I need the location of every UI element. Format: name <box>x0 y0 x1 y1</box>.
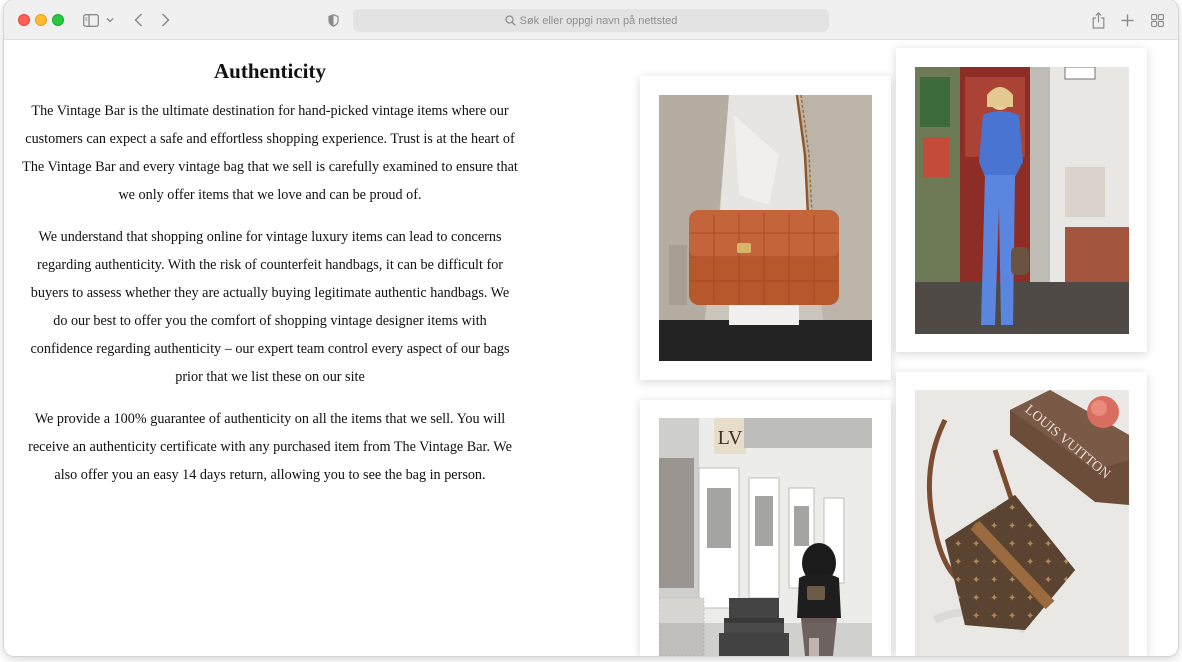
forward-icon[interactable] <box>158 10 172 30</box>
lv-bag-photo: LOUIS VUITTON ✦ <box>915 390 1129 656</box>
address-placeholder: Søk eller oppgi navn på nettsted <box>519 14 678 27</box>
paragraph-guarantee: We provide a 100% guarantee of authentic… <box>28 411 512 483</box>
browser-toolbar: Søk eller oppgi navn på nettsted <box>4 0 1178 40</box>
zoom-window-button[interactable] <box>52 14 64 26</box>
page-title: Authenticity <box>214 59 326 83</box>
shield-icon[interactable] <box>326 10 340 30</box>
photo-card-street: LV <box>640 400 891 656</box>
svg-text:LV: LV <box>718 427 743 449</box>
photo-card-lv-bag: LOUIS VUITTON ✦ <box>896 372 1147 656</box>
orange-bag-photo <box>659 95 872 361</box>
close-window-button[interactable] <box>18 14 30 26</box>
chevron-down-icon[interactable] <box>104 10 116 30</box>
share-icon[interactable] <box>1090 10 1106 30</box>
address-bar[interactable]: Søk eller oppgi navn på nettsted <box>353 9 829 32</box>
blue-outfit-photo <box>915 67 1129 334</box>
tabs-icon[interactable] <box>1149 10 1165 30</box>
photo-card-blue-outfit <box>896 48 1147 352</box>
authenticity-section: Authenticity The Vintage Bar is the ulti… <box>22 41 518 503</box>
plus-icon[interactable] <box>1119 10 1135 30</box>
page-content: Authenticity The Vintage Bar is the ulti… <box>4 41 1178 656</box>
paragraph-concerns: We understand that shopping online for v… <box>30 229 510 385</box>
paragraph-intro: The Vintage Bar is the ultimate destinat… <box>22 103 518 203</box>
back-icon[interactable] <box>131 10 145 30</box>
street-photo: LV <box>659 418 872 656</box>
sidebar-icon[interactable] <box>82 10 100 30</box>
search-icon <box>504 15 516 26</box>
photo-card-orange-bag <box>640 76 891 380</box>
minimize-window-button[interactable] <box>35 14 47 26</box>
browser-window: Søk eller oppgi navn på nettsted Authent… <box>4 0 1178 656</box>
